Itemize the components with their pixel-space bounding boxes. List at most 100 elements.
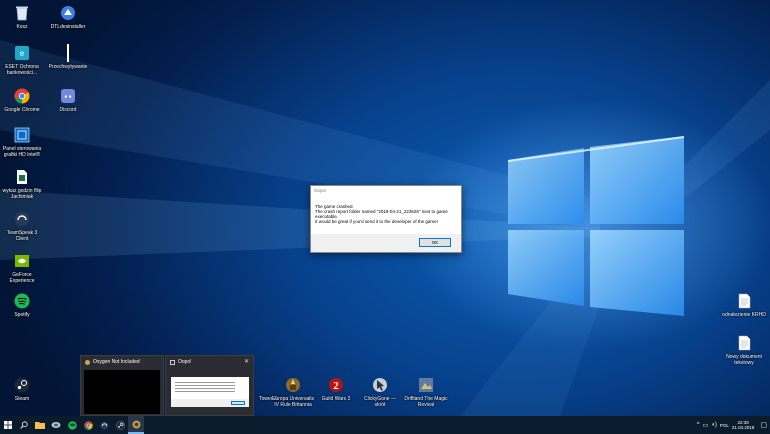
recycle-bin-icon (13, 4, 31, 22)
app-icon (51, 422, 61, 428)
taskbar-oxygen-not-included[interactable] (128, 416, 144, 434)
desktop-icon-clickygone[interactable]: ClickyGone — skrót (358, 376, 402, 408)
desktop-icon-teamspeak[interactable]: TeamSpeak 3 Client (0, 210, 44, 242)
guild-wars-icon: 2 (327, 376, 345, 394)
window-app-icon (170, 359, 175, 365)
folder-icon (35, 422, 45, 429)
desktop-icon-discord[interactable]: Discord (46, 87, 90, 113)
volume-icon[interactable]: ◖) (711, 422, 717, 428)
chrome-icon (83, 420, 93, 430)
spotify-icon (67, 420, 77, 430)
desktop-icon-geforce[interactable]: GeForce Experience (0, 252, 44, 284)
eset-icon: e (13, 44, 31, 62)
desktop-icon-label: ESET Ochrona bankowości... (5, 64, 39, 76)
desktop-icon-przechwytywanie[interactable]: Przechwytywanie (46, 44, 90, 70)
steam-icon (13, 376, 31, 394)
geforce-icon (13, 252, 31, 270)
taskbar-teamspeak[interactable] (96, 416, 112, 434)
thumbnail-title-text: Oops! (178, 359, 192, 365)
svg-text:e: e (20, 49, 25, 58)
mini-dialog (171, 377, 249, 407)
taskbar: ^ ▭ ◖) POL 22:39 21.04.2018 ▢ (0, 416, 770, 434)
taskbar-chrome[interactable] (80, 416, 96, 434)
desktop-icon-recycle-bin[interactable]: Kosz (0, 4, 44, 30)
taskbar-steam[interactable] (112, 416, 128, 434)
taskbar-spotify[interactable] (64, 416, 80, 434)
desktop-icon-steam[interactable]: Steam (0, 376, 44, 402)
desktop-icon-label: DTLdesinstaller (50, 24, 86, 30)
dialog-title: Oops! (314, 188, 327, 193)
desktop-icon-label: Guild Wars 2 (321, 396, 351, 402)
svg-text:2: 2 (333, 380, 339, 392)
desktop-icon-label: Steam (14, 396, 30, 402)
desktop: Kosz DTLdesinstaller e ESET Ochrona bank… (0, 0, 770, 416)
desktop-icon-intel-graphics[interactable]: Panel sterowania grafiki HD Intel® (0, 126, 44, 158)
language-indicator[interactable]: POL (720, 423, 729, 428)
installer-icon (59, 4, 77, 22)
desktop-icon-label: Nowy dokument tekstowy (726, 354, 762, 366)
desktop-icon-label: Panel sterowania grafiki HD Intel® (2, 146, 42, 158)
desktop-icon-label: Spotify (14, 312, 30, 318)
teamspeak-icon (100, 421, 108, 429)
start-button[interactable] (0, 416, 16, 434)
dialog-message: The game crashed. The crash report folde… (311, 196, 461, 224)
ok-button[interactable]: OK (419, 238, 451, 247)
windows-start-icon (4, 421, 12, 429)
driftland-icon (417, 376, 435, 394)
taskbar-file-explorer[interactable] (32, 416, 48, 434)
desktop-icon-europa-universalis[interactable]: Europa Universalis IV Rule Britannia (270, 376, 316, 408)
clock-date: 21.04.2018 (731, 425, 755, 430)
desktop-icon-label: Google Chrome (4, 107, 40, 113)
thumbnail-title-text: Oxygen Not Included (93, 359, 140, 365)
clickygone-icon (371, 376, 389, 394)
desktop-icon-label: GeForce Experience (9, 272, 35, 284)
desktop-icon-odnalezienie[interactable]: odnalezienie KRHD (720, 292, 768, 318)
text-file-icon (735, 334, 753, 352)
notification-icon[interactable]: ▢ (760, 421, 767, 429)
text-file-icon (735, 292, 753, 310)
system-tray: ^ ▭ ◖) POL 22:39 21.04.2018 ▢ (697, 416, 770, 434)
steam-icon (115, 420, 125, 430)
mini-ok-button (231, 401, 245, 405)
chevron-up-icon[interactable]: ^ (697, 422, 700, 428)
thumbnail-preview (84, 370, 160, 414)
crash-dialog: Oops! The game crashed. The crash report… (310, 185, 462, 253)
clock[interactable]: 22:39 21.04.2018 (732, 420, 755, 430)
desktop-icon-dtldesinstaller[interactable]: DTLdesinstaller (46, 4, 90, 30)
desktop-icon-driftland[interactable]: Driftland The Magic Revival (404, 376, 448, 408)
desktop-icon-nowy-dokument[interactable]: Nowy dokument tekstowy (720, 334, 768, 366)
desktop-icon-label: Przechwytywanie (48, 64, 88, 70)
search-button[interactable] (16, 416, 32, 434)
thumbnail-title: Oxygen Not Included (85, 359, 140, 365)
taskbar-app[interactable] (48, 416, 64, 434)
windows-logo-wallpaper (508, 136, 684, 316)
mini-dialog-text (175, 382, 235, 383)
chrome-icon (13, 87, 31, 105)
intel-graphics-icon (13, 126, 31, 144)
desktop-icon-wykaz-godzin[interactable]: wykaz godzin filip Jachimiak (0, 168, 44, 200)
oni-app-icon (85, 359, 90, 365)
desktop-icon-google-chrome[interactable]: Google Chrome (0, 87, 44, 113)
desktop-icon-label: TeamSpeak 3 Client (6, 230, 38, 242)
spotify-icon (13, 292, 31, 310)
europa-universalis-icon (284, 376, 302, 394)
oni-app-icon (132, 420, 140, 428)
document-icon (13, 168, 31, 186)
discord-icon (59, 87, 77, 105)
desktop-icon-guild-wars[interactable]: 2 Guild Wars 2 (314, 376, 358, 402)
desktop-icon-label: Discord (59, 107, 77, 113)
thumbnail-title: Oops! (170, 359, 191, 365)
teamspeak-icon (13, 210, 31, 228)
dialog-button-bar: OK (311, 234, 461, 252)
search-icon (20, 421, 28, 429)
network-icon[interactable]: ▭ (703, 422, 709, 429)
capture-icon (59, 44, 77, 62)
thumbnail-oxygen-not-included[interactable]: Oxygen Not Included (80, 355, 164, 416)
close-icon[interactable]: ✕ (244, 358, 249, 365)
desktop-icon-spotify[interactable]: Spotify (0, 292, 44, 318)
thumbnail-preview (170, 370, 250, 414)
thumbnail-oops[interactable]: Oops! ✕ (165, 355, 254, 416)
desktop-icon-eset[interactable]: e ESET Ochrona bankowości... (0, 44, 44, 76)
desktop-icon-label: Europa Universalis IV Rule Britannia (272, 396, 314, 408)
desktop-icon-label: Driftland The Magic Revival (404, 396, 448, 408)
